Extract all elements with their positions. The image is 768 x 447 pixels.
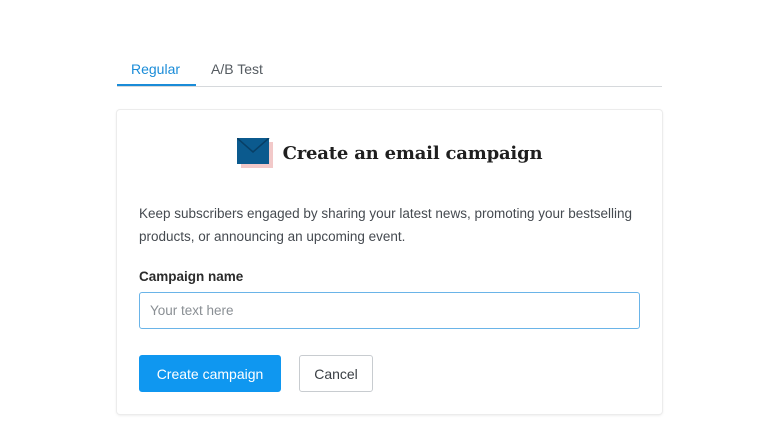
active-tab-indicator <box>117 84 196 86</box>
card-title: Create an email campaign <box>282 142 543 164</box>
page: Regular A/B Test Create an email campaig… <box>0 0 768 447</box>
tab-regular[interactable]: Regular <box>131 61 180 77</box>
tab-ab-test[interactable]: A/B Test <box>211 61 263 77</box>
envelope-icon <box>236 137 273 168</box>
create-campaign-button[interactable]: Create campaign <box>139 355 281 392</box>
create-campaign-card: Create an email campaign Keep subscriber… <box>117 110 662 414</box>
campaign-name-input[interactable] <box>139 292 640 329</box>
card-header: Create an email campaign <box>117 137 662 172</box>
campaign-type-tabs: Regular A/B Test <box>117 52 662 87</box>
cancel-button[interactable]: Cancel <box>299 355 373 392</box>
campaign-name-label: Campaign name <box>139 269 244 284</box>
card-description: Keep subscribers engaged by sharing your… <box>139 206 633 244</box>
